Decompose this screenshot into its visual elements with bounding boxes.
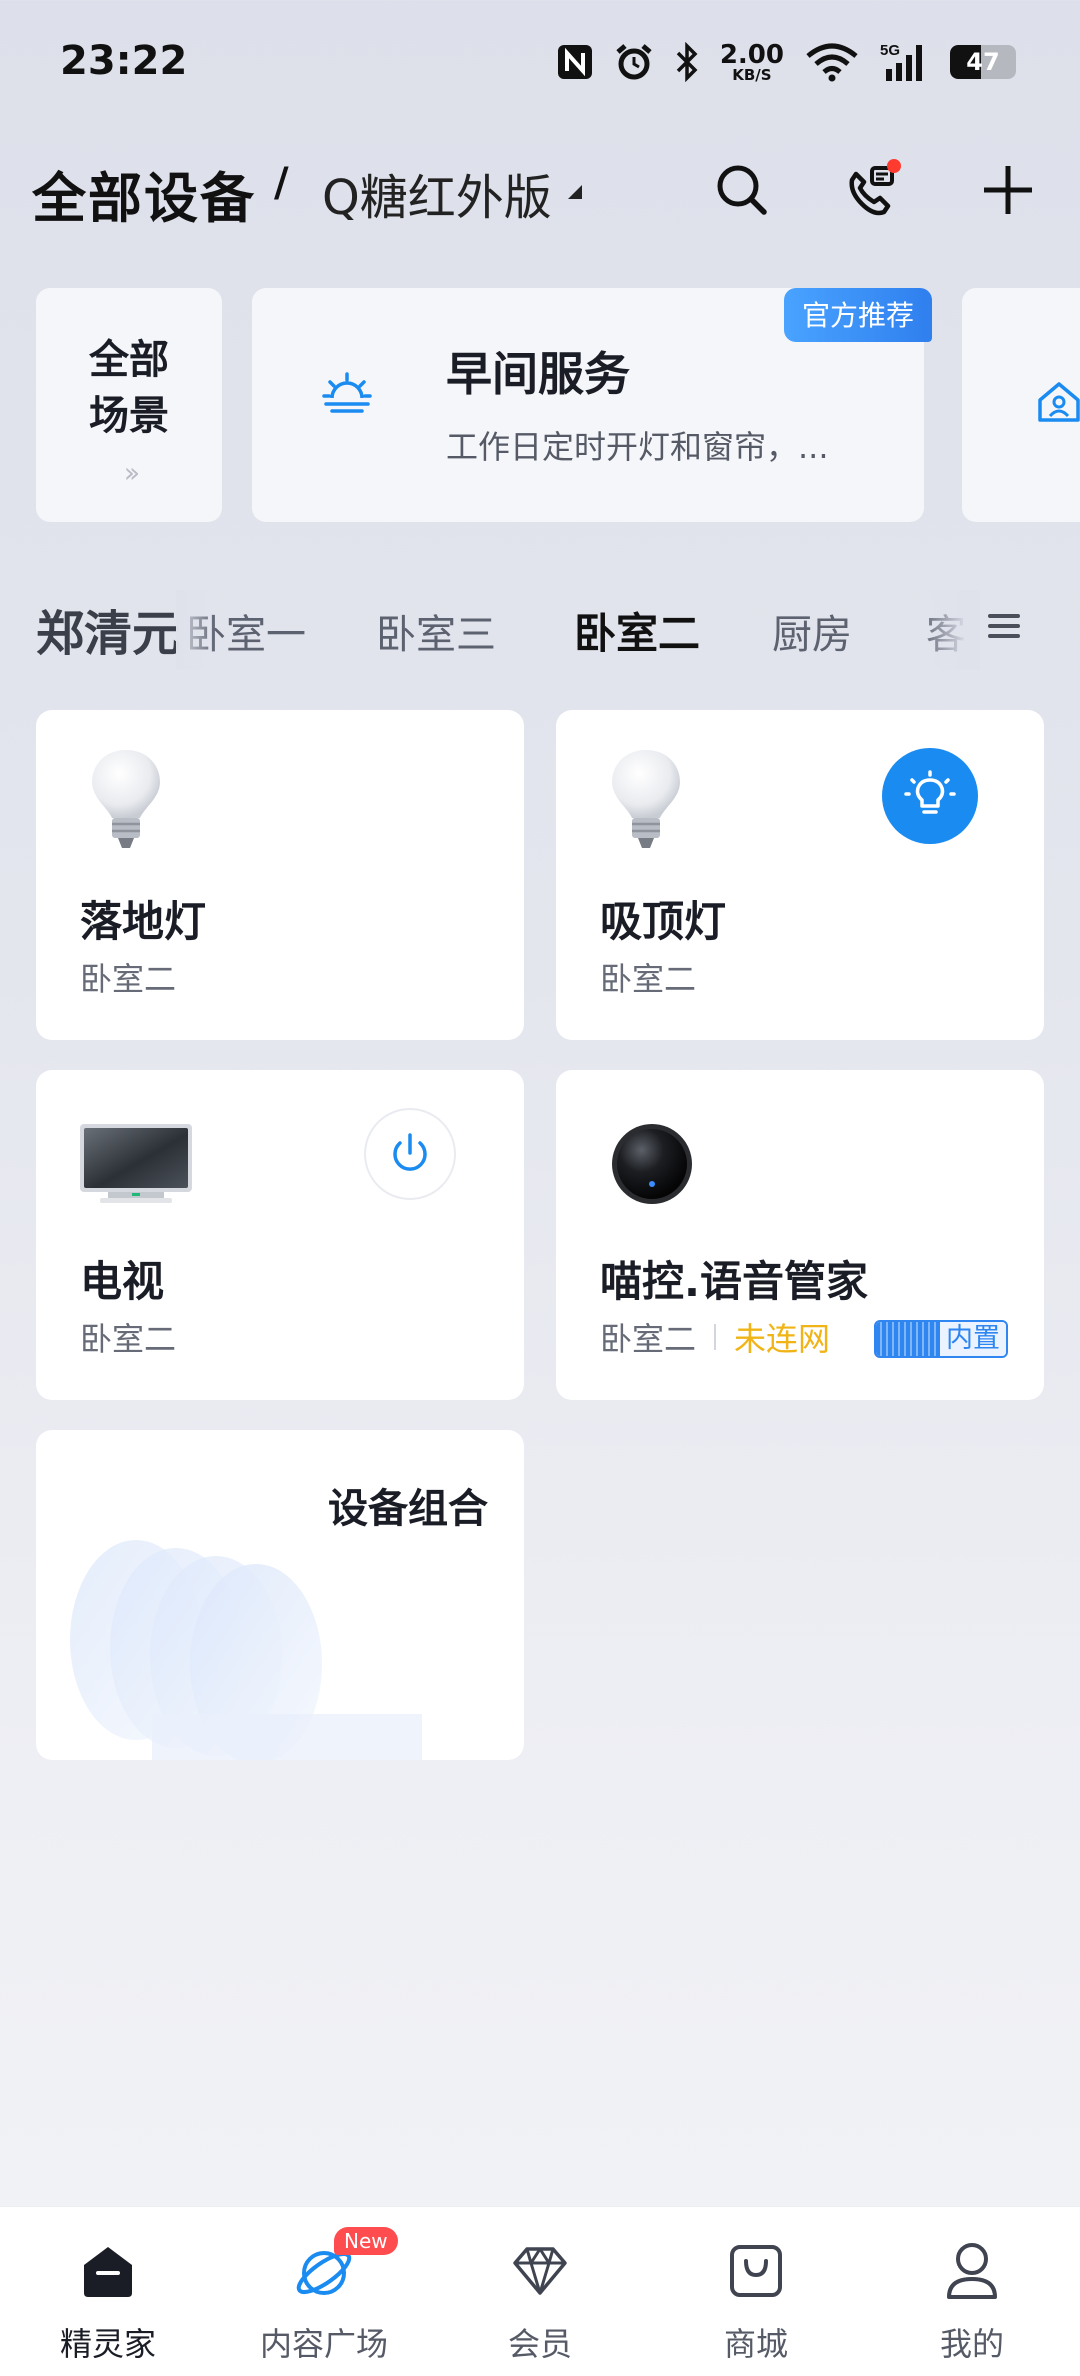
add-button[interactable] <box>972 154 1044 226</box>
room-menu-button[interactable] <box>982 604 1026 648</box>
device-stack-illustration <box>66 1500 446 1760</box>
home-icon <box>84 2247 132 2297</box>
built-in-tag: 内置 <box>874 1320 1008 1358</box>
device-room: 卧室二 <box>80 960 177 998</box>
user-icon <box>947 2243 997 2299</box>
net-speed-value: 2.00 <box>719 39 784 70</box>
nav-profile[interactable]: 我的 <box>864 2237 1080 2365</box>
nav-label: 商城 <box>723 2325 788 2363</box>
header-separator: / <box>274 160 289 206</box>
recommended-badge: 官方推荐 <box>783 288 932 342</box>
nav-label: 内容广场 <box>259 2325 388 2363</box>
nav-membership[interactable]: 会员 <box>432 2237 648 2365</box>
nav-shop[interactable]: 商城 <box>648 2237 864 2365</box>
device-room: 卧室二 <box>600 1320 697 1358</box>
tab-bedroom-3[interactable]: 卧室三 <box>376 602 496 660</box>
tab-kitchen[interactable]: 厨房 <box>772 602 852 660</box>
net-speed: 2.00 KB/S <box>720 42 784 83</box>
built-in-label: 内置 <box>940 1322 1006 1356</box>
device-status-row: 卧室二 未连网 <box>600 1314 830 1360</box>
nfc-icon <box>557 45 592 79</box>
call-button[interactable] <box>836 154 908 226</box>
caret-down-icon <box>564 181 584 205</box>
nav-label: 我的 <box>939 2325 1004 2363</box>
battery-percent: 47 <box>966 48 1000 76</box>
tabs-fade-right <box>920 590 980 670</box>
device-name: 吸顶灯 <box>600 897 727 946</box>
light-bulb-icon <box>88 748 164 856</box>
signal-5g-icon: 5G <box>880 42 922 81</box>
tv-icon <box>78 1122 194 1210</box>
smart-speaker-icon <box>610 1122 694 1210</box>
nav-home[interactable]: 精灵家 <box>0 2237 216 2365</box>
divider <box>714 1324 717 1350</box>
tabs-fade-left <box>176 590 216 670</box>
new-badge: New <box>334 2227 398 2255</box>
alarm-icon <box>616 44 652 80</box>
wifi-icon <box>806 43 858 82</box>
call-icon <box>849 159 901 216</box>
barcode-icon <box>876 1322 940 1356</box>
all-scenes-line1: 全部 <box>89 337 169 383</box>
nav-label: 会员 <box>507 2325 572 2363</box>
home-name: Q糖红外版 <box>322 170 552 226</box>
device-name: 喵控.语音管家 <box>600 1257 868 1306</box>
scene-title: 早间服务 <box>446 347 630 401</box>
bluetooth-icon <box>676 42 698 82</box>
lightbulb-on-icon <box>904 770 956 814</box>
scene-description: 工作日定时开灯和窗帘，... <box>446 428 829 466</box>
home-selector[interactable]: Q糖红外版 <box>322 158 584 228</box>
sunrise-icon <box>322 372 372 420</box>
room-owner-name: 郑清元 <box>36 606 181 662</box>
nav-content-plaza[interactable]: New 内容广场 <box>216 2227 432 2365</box>
offline-status: 未连网 <box>734 1320 831 1358</box>
net-speed-unit: KB/S <box>732 65 772 84</box>
signal-label: 5G <box>880 42 900 59</box>
status-icons: 2.00 KB/S 5G 47 <box>556 40 1016 84</box>
device-name: 落地灯 <box>80 897 207 946</box>
device-card-tv[interactable]: 电视 卧室二 <box>36 1070 524 1400</box>
double-chevron-right-icon: ›› <box>123 456 140 489</box>
device-combo-card[interactable]: 设备组合 <box>36 1430 524 1760</box>
page-title: 全部设备 <box>32 167 256 230</box>
menu-icon <box>988 614 1020 638</box>
device-name: 电视 <box>80 1257 165 1306</box>
all-scenes-line2: 场景 <box>89 393 169 439</box>
status-time: 23:22 <box>60 38 188 84</box>
status-bar: 23:22 2.00 KB/S 5G 47 <box>0 0 1080 130</box>
device-room: 卧室二 <box>600 960 697 998</box>
add-icon <box>984 166 1032 214</box>
device-card-voice-assistant[interactable]: 喵控.语音管家 卧室二 未连网 内置 <box>556 1070 1044 1400</box>
light-bulb-icon <box>608 748 684 856</box>
combo-title: 设备组合 <box>328 1486 488 1532</box>
device-card-floor-lamp[interactable]: 落地灯 卧室二 <box>36 710 524 1040</box>
power-button[interactable] <box>364 1108 456 1200</box>
light-toggle-button[interactable] <box>882 748 978 844</box>
power-icon <box>393 1133 427 1171</box>
search-icon <box>717 165 767 215</box>
bottom-nav: 精灵家 New 内容广场 会员 商城 我的 <box>0 2206 1080 2376</box>
scene-card-morning[interactable]: 早间服务 工作日定时开灯和窗帘，... 官方推荐 <box>252 288 932 522</box>
search-button[interactable] <box>706 154 778 226</box>
diamond-icon <box>513 2247 567 2295</box>
header: 全部设备 / Q糖红外版 <box>0 140 1080 240</box>
scene-card-next[interactable] <box>962 288 1080 522</box>
battery-icon: 47 <box>950 45 1016 79</box>
device-card-ceiling-light[interactable]: 吸顶灯 卧室二 <box>556 710 1044 1040</box>
nav-label: 精灵家 <box>59 2325 156 2363</box>
device-room: 卧室二 <box>80 1320 177 1358</box>
room-tabs: 郑清元 卧室一 卧室三 卧室二 厨房 客 <box>0 590 1080 670</box>
all-scenes-card[interactable]: 全部 场景 ›› <box>36 288 222 522</box>
shopping-bag-icon <box>730 2245 782 2297</box>
home-user-icon <box>1036 380 1080 428</box>
tab-bedroom-2[interactable]: 卧室二 <box>574 600 700 661</box>
